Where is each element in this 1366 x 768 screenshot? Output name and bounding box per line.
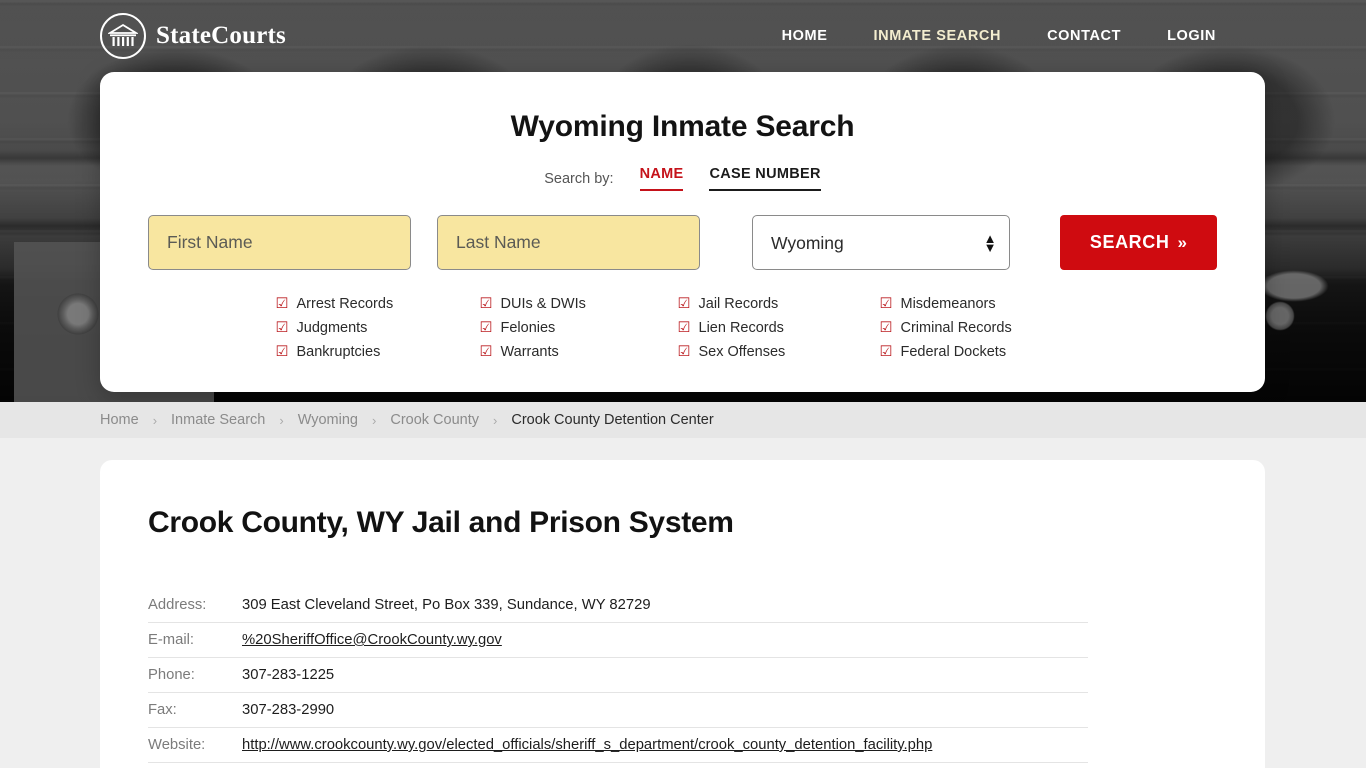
search-button[interactable]: SEARCH »	[1060, 215, 1217, 270]
brand-name: StateCourts	[156, 22, 286, 49]
row-value-address: 309 East Cleveland Street, Po Box 339, S…	[242, 597, 651, 613]
checked-box-icon: ☑	[479, 295, 493, 312]
checklist-item[interactable]: ☑ Warrants	[480, 344, 678, 360]
search-by-label: Search by:	[544, 170, 614, 187]
nav-item-inmate-search[interactable]: INMATE SEARCH	[874, 28, 1002, 44]
row-value-phone: 307-283-1225	[242, 667, 335, 683]
last-name-input[interactable]	[437, 215, 700, 270]
checked-box-icon: ☑	[879, 343, 893, 360]
search-by-row: Search by: NAME CASE NUMBER	[148, 166, 1217, 191]
row-label: Website:	[148, 737, 206, 753]
row-label: Fax:	[148, 702, 177, 718]
checklist-item[interactable]: ☑ Felonies	[480, 320, 678, 336]
checked-box-icon: ☑	[479, 343, 493, 360]
state-select-wrapper: Wyoming ▲ ▼	[752, 215, 1011, 270]
courthouse-circle-icon	[100, 13, 146, 59]
checklist-label: Warrants	[500, 344, 559, 360]
checked-box-icon: ☑	[479, 319, 493, 336]
tab-case-number[interactable]: CASE NUMBER	[709, 166, 821, 191]
first-name-input[interactable]	[148, 215, 411, 270]
table-row: Address: 309 East Cleveland Street, Po B…	[148, 588, 1088, 623]
checklist-label: Federal Dockets	[900, 344, 1007, 360]
breadcrumb-item-inmate-search[interactable]: Inmate Search	[171, 412, 265, 428]
tab-name[interactable]: NAME	[639, 166, 684, 191]
record-type-checklist: ☑ Arrest Records ☑ DUIs & DWIs ☑ Jail Recor…	[148, 296, 1217, 360]
table-row: Website: http://www.crookcounty.wy.gov/e…	[148, 728, 1088, 763]
row-label: Address:	[148, 597, 207, 613]
checklist-label: Bankruptcies	[296, 344, 381, 360]
checklist-label: Judgments	[296, 320, 368, 336]
facility-detail-card: Crook County, WY Jail and Prison System …	[100, 460, 1265, 768]
main-nav: HOME INMATE SEARCH CONTACT LOGIN	[782, 28, 1216, 44]
checked-box-icon: ☑	[677, 319, 691, 336]
table-row: Phone: 307-283-1225	[148, 658, 1088, 693]
breadcrumb-separator-icon: ›	[279, 412, 284, 428]
breadcrumb-separator-icon: ›	[372, 412, 377, 428]
checklist-item[interactable]: ☑ DUIs & DWIs	[480, 296, 678, 312]
checked-box-icon: ☑	[879, 319, 893, 336]
nav-item-home[interactable]: HOME	[782, 28, 828, 44]
checklist-label: Felonies	[500, 320, 556, 336]
page-body: Crook County, WY Jail and Prison System …	[0, 438, 1366, 768]
checklist-item[interactable]: ☑ Bankruptcies	[276, 344, 480, 360]
checklist-label: Lien Records	[698, 320, 784, 336]
table-row: E-mail: %20SheriffOffice@CrookCounty.wy.…	[148, 623, 1088, 658]
checklist-item[interactable]: ☑ Lien Records	[678, 320, 880, 336]
checked-box-icon: ☑	[275, 295, 289, 312]
checklist-label: Sex Offenses	[698, 344, 786, 360]
brand-logo[interactable]: StateCourts	[100, 13, 286, 59]
checked-box-icon: ☑	[275, 319, 289, 336]
facility-info-table: Address: 309 East Cleveland Street, Po B…	[148, 588, 1088, 763]
row-value-email-link[interactable]: %20SheriffOffice@CrookCounty.wy.gov	[242, 632, 502, 648]
checklist-label: Arrest Records	[296, 296, 394, 312]
checked-box-icon: ☑	[275, 343, 289, 360]
search-fields-row: Wyoming ▲▼ SEARCH »	[148, 215, 1217, 270]
row-value-website-link[interactable]: http://www.crookcounty.wy.gov/elected_of…	[242, 737, 932, 753]
checklist-item[interactable]: ☑ Criminal Records	[880, 320, 1090, 336]
checklist-item[interactable]: ☑ Jail Records	[678, 296, 880, 312]
checklist-item[interactable]: ☑ Misdemeanors	[880, 296, 1090, 312]
table-row: Fax: 307-283-2990	[148, 693, 1088, 728]
checklist-label: Misdemeanors	[900, 296, 996, 312]
row-value-fax: 307-283-2990	[242, 702, 335, 718]
breadcrumb-item-crook-county[interactable]: Crook County	[390, 412, 479, 428]
nav-item-contact[interactable]: CONTACT	[1047, 28, 1121, 44]
search-button-label: SEARCH	[1089, 232, 1170, 252]
breadcrumb-separator-icon: ›	[152, 412, 158, 428]
breadcrumb-item-current: Crook County Detention Center	[511, 412, 714, 428]
checklist-item[interactable]: ☑ Arrest Records	[276, 296, 480, 312]
search-card-title: Wyoming Inmate Search	[510, 110, 855, 143]
double-chevron-right-icon: »	[1177, 232, 1188, 252]
page-title: Crook County, WY Jail and Prison System	[148, 506, 734, 539]
checklist-label: Jail Records	[698, 296, 779, 312]
row-label: Phone:	[148, 667, 195, 683]
checklist-item[interactable]: ☑ Federal Dockets	[880, 344, 1090, 360]
checklist-item[interactable]: ☑ Judgments	[276, 320, 480, 336]
checklist-item[interactable]: ☑ Sex Offenses	[678, 344, 880, 360]
checked-box-icon: ☑	[677, 343, 691, 360]
hero-banner: StateCourts HOME INMATE SEARCH CONTACT L…	[0, 0, 1366, 402]
checked-box-icon: ☑	[677, 295, 691, 312]
state-select[interactable]: Wyoming	[752, 215, 1011, 270]
checklist-label: DUIs & DWIs	[500, 296, 586, 312]
breadcrumb-item-wyoming[interactable]: Wyoming	[298, 412, 358, 428]
top-navigation-bar: StateCourts HOME INMATE SEARCH CONTACT L…	[0, 0, 1366, 72]
nav-item-login[interactable]: LOGIN	[1167, 28, 1216, 44]
checklist-label: Criminal Records	[900, 320, 1012, 336]
checked-box-icon: ☑	[879, 295, 893, 312]
breadcrumb: Home › Inmate Search › Wyoming › Crook C…	[0, 402, 1366, 438]
row-label: E-mail:	[148, 632, 195, 648]
inmate-search-card: Wyoming Inmate Search Search by: NAME CA…	[100, 72, 1265, 392]
breadcrumb-separator-icon: ›	[493, 412, 498, 428]
breadcrumb-item-home[interactable]: Home	[100, 412, 139, 428]
